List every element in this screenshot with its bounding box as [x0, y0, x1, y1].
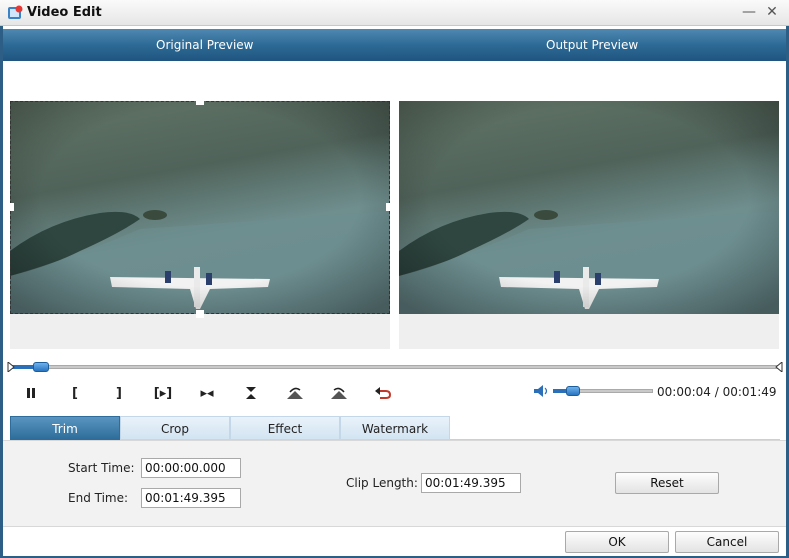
seek-thumb[interactable]: [33, 362, 49, 372]
tab-effect[interactable]: Effect: [230, 416, 340, 440]
current-time: 00:00:04: [657, 385, 711, 399]
dialog-footer: OK Cancel: [3, 526, 786, 556]
pause-button[interactable]: [19, 382, 43, 404]
time-separator: /: [714, 385, 719, 399]
crop-handle-right[interactable]: [386, 203, 394, 211]
trim-icon: [246, 387, 256, 399]
undo-button[interactable]: [371, 382, 395, 404]
pause-icon: [27, 388, 35, 398]
crop-handle-top[interactable]: [196, 97, 204, 105]
rotate-right-button[interactable]: [327, 382, 351, 404]
output-preview-panel: [399, 101, 779, 349]
time-readout: 00:00:04 / 00:01:49: [657, 385, 777, 399]
close-button[interactable]: ✕: [764, 4, 780, 20]
ok-button[interactable]: OK: [565, 531, 669, 553]
next-frame-button[interactable]: ▸◂: [195, 382, 219, 404]
play-selection-button[interactable]: [▸]: [151, 382, 175, 404]
end-time-field[interactable]: [141, 488, 241, 508]
output-video-frame: [399, 101, 779, 314]
rotate-right-icon: [331, 387, 347, 399]
output-preview-label: Output Preview: [546, 38, 639, 52]
start-time-field[interactable]: [141, 458, 241, 478]
crop-selection-box[interactable]: [10, 101, 390, 314]
end-time-label: End Time:: [68, 491, 129, 505]
volume-thumb[interactable]: [566, 386, 580, 396]
crop-handle-bottom[interactable]: [196, 310, 204, 318]
tab-watermark[interactable]: Watermark: [340, 416, 450, 440]
clip-length-field[interactable]: [421, 473, 521, 493]
undo-icon: [375, 387, 392, 399]
mark-in-button[interactable]: [: [63, 382, 87, 404]
speaker-icon[interactable]: [533, 384, 549, 398]
start-time-label: Start Time:: [68, 461, 135, 475]
original-preview-label: Original Preview: [156, 38, 254, 52]
app-icon: [8, 5, 23, 19]
total-time: 00:01:49: [722, 385, 777, 399]
trim-panel: Start Time: End Time: Clip Length: Reset: [3, 440, 786, 526]
playback-controls: [ ] [▸] ▸◂ 00:00:04 / 00:01:49: [10, 380, 780, 404]
volume-control[interactable]: [533, 382, 653, 402]
original-preview-panel: [6, 97, 394, 349]
crop-handle-left[interactable]: [6, 203, 14, 211]
cancel-button[interactable]: Cancel: [675, 531, 779, 553]
minimize-button[interactable]: —: [741, 4, 757, 20]
video-frame-image: [399, 101, 779, 314]
preview-header: Original Preview Output Preview: [3, 29, 786, 61]
seek-track[interactable]: [10, 365, 780, 369]
clip-length-label: Clip Length:: [346, 476, 418, 490]
seek-bar[interactable]: [7, 362, 783, 372]
trim-start-marker[interactable]: [7, 362, 15, 372]
trim-end-marker[interactable]: [775, 362, 783, 372]
title-bar: Video Edit — ✕: [0, 0, 789, 26]
rotate-left-button[interactable]: [283, 382, 307, 404]
rotate-left-icon: [287, 387, 303, 399]
window-title: Video Edit: [27, 5, 102, 20]
tab-crop[interactable]: Crop: [120, 416, 230, 440]
tab-trim[interactable]: Trim: [10, 416, 120, 440]
preview-area: [3, 61, 786, 358]
reset-button[interactable]: Reset: [615, 472, 719, 494]
trim-marks-button[interactable]: [239, 382, 263, 404]
mark-out-button[interactable]: ]: [107, 382, 131, 404]
edit-tabs: Trim Crop Effect Watermark: [10, 416, 780, 440]
